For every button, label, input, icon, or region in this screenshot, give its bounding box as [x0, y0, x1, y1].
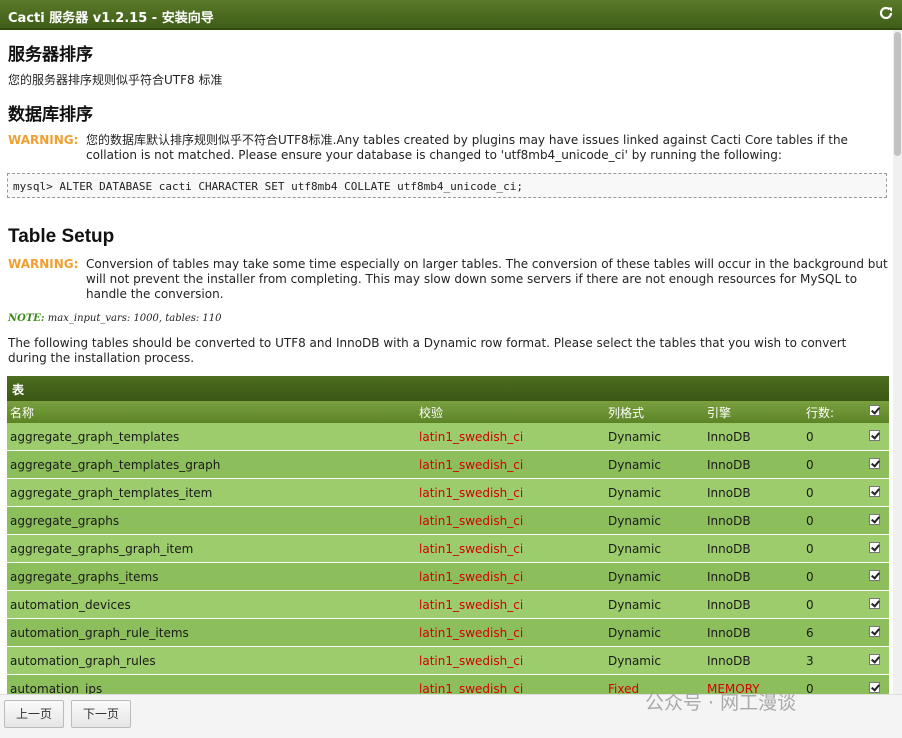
row-count: 0: [806, 514, 814, 528]
note-label: NOTE:: [8, 313, 45, 324]
col-header-collation[interactable]: 校验: [419, 404, 443, 421]
row-engine: InnoDB: [707, 570, 751, 584]
scrollbar-thumb[interactable]: [894, 32, 901, 156]
warning-label: WARNING:: [8, 257, 79, 271]
select-all-checkbox[interactable]: [869, 405, 880, 416]
row-format: Dynamic: [608, 654, 661, 668]
row-checkbox[interactable]: [869, 514, 880, 525]
table-header-row: 名称 校验 列格式 引擎 行数:: [7, 401, 889, 423]
row-collation: latin1_swedish_ci: [419, 514, 524, 528]
row-name: aggregate_graph_templates_graph: [10, 458, 221, 472]
row-count: 0: [806, 682, 814, 694]
row-name: aggregate_graph_templates_item: [10, 486, 213, 500]
row-engine: InnoDB: [707, 486, 751, 500]
row-format: Dynamic: [608, 458, 661, 472]
row-name: automation_ips: [10, 682, 103, 694]
row-name: aggregate_graphs_graph_item: [10, 542, 194, 556]
table-row[interactable]: aggregate_graph_templates_graph latin1_s…: [7, 451, 889, 478]
row-engine: InnoDB: [707, 654, 751, 668]
prev-button[interactable]: 上一页: [4, 700, 64, 728]
table-row[interactable]: aggregate_graphs_graph_item latin1_swedi…: [7, 535, 889, 562]
row-checkbox[interactable]: [869, 542, 880, 553]
row-count: 6: [806, 626, 814, 640]
table-row[interactable]: aggregate_graphs_items latin1_swedish_ci…: [7, 563, 889, 590]
col-header-engine[interactable]: 引擎: [707, 404, 731, 421]
row-checkbox[interactable]: [869, 654, 880, 665]
table-row[interactable]: automation_devices latin1_swedish_ci Dyn…: [7, 591, 889, 618]
server-collation-heading: 服务器排序: [8, 45, 93, 65]
col-header-rows[interactable]: 行数:: [806, 404, 834, 421]
row-collation: latin1_swedish_ci: [419, 570, 524, 584]
row-format: Dynamic: [608, 542, 661, 556]
row-checkbox[interactable]: [869, 626, 880, 637]
wizard-content: 服务器排序 您的服务器排序规则似乎符合UTF8 标准 数据库排序 WARNING…: [0, 30, 893, 694]
row-checkbox[interactable]: [869, 682, 880, 693]
table-setup-heading: Table Setup: [8, 226, 115, 247]
row-count: 3: [806, 654, 814, 668]
row-checkbox[interactable]: [869, 598, 880, 609]
table-row[interactable]: automation_graph_rules latin1_swedish_ci…: [7, 647, 889, 674]
table-row[interactable]: automation_graph_rule_items latin1_swedi…: [7, 619, 889, 646]
row-name: aggregate_graphs: [10, 514, 120, 528]
row-name: automation_graph_rules: [10, 654, 156, 668]
row-collation: latin1_swedish_ci: [419, 598, 524, 612]
table-row[interactable]: aggregate_graphs latin1_swedish_ci Dynam…: [7, 507, 889, 534]
warning-label: WARNING:: [8, 133, 79, 147]
row-engine: InnoDB: [707, 458, 751, 472]
server-collation-text: 您的服务器排序规则似乎符合UTF8 标准: [8, 73, 223, 87]
row-checkbox[interactable]: [869, 430, 880, 441]
col-header-format[interactable]: 列格式: [608, 404, 644, 421]
next-button[interactable]: 下一页: [71, 700, 131, 728]
row-checkbox[interactable]: [869, 458, 880, 469]
row-checkbox[interactable]: [869, 570, 880, 581]
row-count: 0: [806, 458, 814, 472]
db-collation-heading: 数据库排序: [8, 105, 93, 125]
row-count: 0: [806, 598, 814, 612]
row-name: aggregate_graph_templates: [10, 430, 180, 444]
vertical-scrollbar[interactable]: [893, 30, 902, 694]
table-title: 表: [12, 383, 25, 397]
row-count: 0: [806, 542, 814, 556]
row-engine: InnoDB: [707, 542, 751, 556]
row-format: Dynamic: [608, 626, 661, 640]
row-collation: latin1_swedish_ci: [419, 682, 524, 694]
row-name: aggregate_graphs_items: [10, 570, 159, 584]
row-collation: latin1_swedish_ci: [419, 486, 524, 500]
row-collation: latin1_swedish_ci: [419, 430, 524, 444]
row-count: 0: [806, 570, 814, 584]
warning-text: 您的数据库默认排序规则似乎不符合UTF8标准.Any tables create…: [86, 133, 848, 162]
row-checkbox[interactable]: [869, 486, 880, 497]
row-engine: InnoDB: [707, 514, 751, 528]
row-format: Dynamic: [608, 570, 661, 584]
row-collation: latin1_swedish_ci: [419, 654, 524, 668]
row-count: 0: [806, 486, 814, 500]
row-format: Dynamic: [608, 430, 661, 444]
watermark: 公众号 · 网工漫谈: [645, 692, 797, 714]
window-title: Cacti 服务器 v1.2.15 - 安装向导: [8, 11, 214, 26]
row-format: Fixed: [608, 682, 640, 694]
table-title-bar: 表: [7, 376, 889, 401]
row-count: 0: [806, 430, 814, 444]
col-header-name[interactable]: 名称: [10, 404, 34, 421]
row-collation: latin1_swedish_ci: [419, 458, 524, 472]
row-collation: latin1_swedish_ci: [419, 626, 524, 640]
table-setup-intro: The following tables should be converted…: [8, 336, 847, 365]
table-row[interactable]: aggregate_graph_templates latin1_swedish…: [7, 423, 889, 450]
note-text: max_input_vars: 1000, tables: 110: [44, 313, 222, 324]
row-name: automation_devices: [10, 598, 131, 612]
row-format: Dynamic: [608, 486, 661, 500]
row-engine: InnoDB: [707, 598, 751, 612]
window-titlebar: Cacti 服务器 v1.2.15 - 安装向导: [0, 0, 902, 30]
table-row[interactable]: aggregate_graph_templates_item latin1_sw…: [7, 479, 889, 506]
warning-text: Conversion of tables may take some time …: [86, 257, 888, 301]
row-collation: latin1_swedish_ci: [419, 542, 524, 556]
row-format: Dynamic: [608, 598, 661, 612]
refresh-icon[interactable]: [878, 5, 894, 21]
note: NOTE: max_input_vars: 1000, tables: 110: [8, 313, 222, 324]
row-engine: InnoDB: [707, 626, 751, 640]
sql-command: mysql> ALTER DATABASE cacti CHARACTER SE…: [7, 173, 887, 198]
row-name: automation_graph_rule_items: [10, 626, 189, 640]
row-engine: InnoDB: [707, 430, 751, 444]
row-format: Dynamic: [608, 514, 661, 528]
